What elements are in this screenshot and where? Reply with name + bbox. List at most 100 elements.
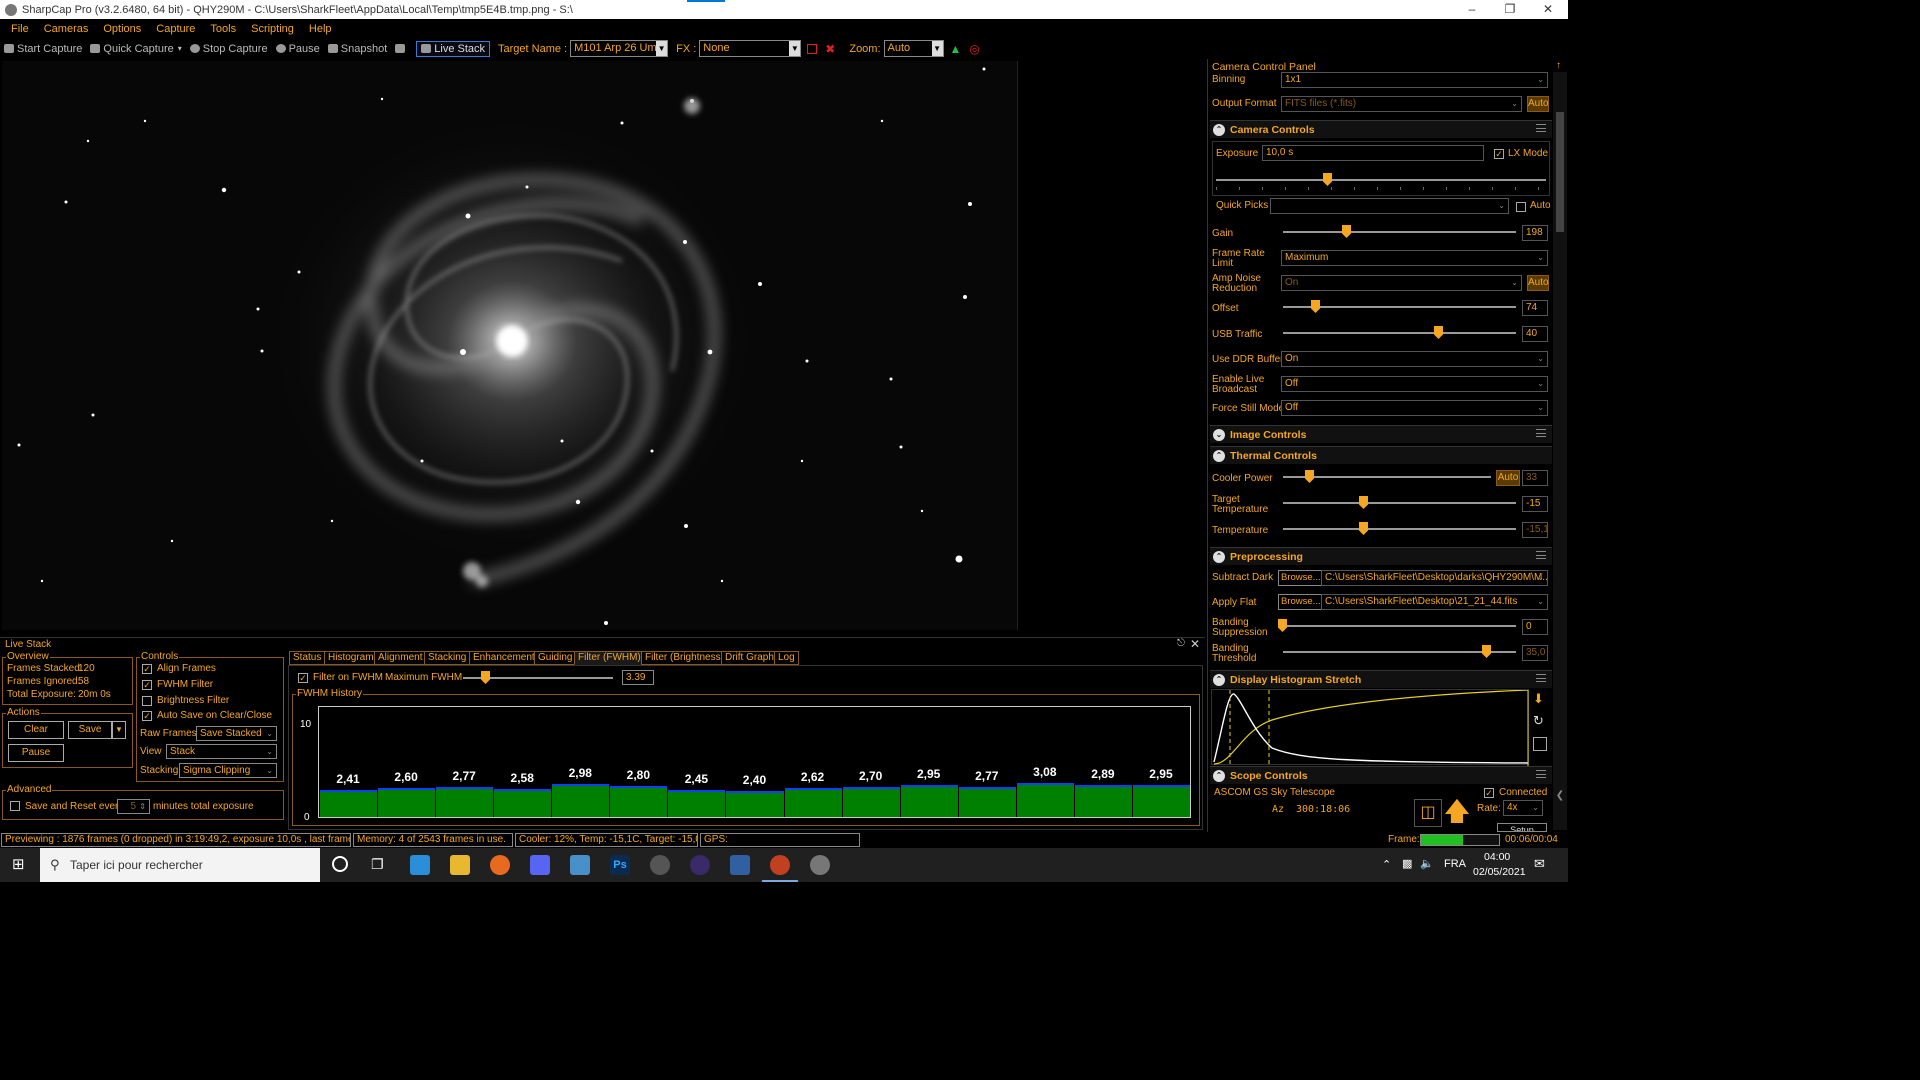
chevron-down-icon[interactable]: ▼ <box>789 41 801 56</box>
menu-icon[interactable] <box>1536 429 1546 437</box>
menu-file[interactable]: File <box>11 23 29 35</box>
stop-capture-button[interactable]: Stop Capture <box>189 43 268 55</box>
cooler-power-input[interactable]: 33 <box>1522 470 1548 486</box>
tab-enhancement[interactable]: Enhancement <box>469 651 539 665</box>
zoom-select[interactable]: Auto ▼ <box>883 40 944 57</box>
usb-input[interactable]: 40 <box>1522 326 1548 342</box>
preprocessing-header[interactable]: ⌃ Preprocessing <box>1210 547 1552 565</box>
pin-icon[interactable]: ⎋ <box>1177 638 1185 649</box>
minimize-icon[interactable]: – <box>1452 0 1492 19</box>
save-button[interactable]: Save <box>68 721 112 739</box>
target-temp-slider-track[interactable] <box>1283 502 1516 504</box>
restore-icon[interactable]: ❐ <box>1490 0 1530 19</box>
pause-stack-button[interactable]: Pause <box>8 744 64 762</box>
gain-input[interactable]: 198 <box>1522 225 1548 241</box>
exposure-slider-track[interactable] <box>1216 179 1546 181</box>
tab-filter-brightness[interactable]: Filter (Brightness) <box>641 651 728 665</box>
stellarium-icon[interactable] <box>690 855 710 875</box>
cooler-slider-track[interactable] <box>1283 476 1491 478</box>
tab-status[interactable]: Status <box>289 651 326 665</box>
close-icon[interactable]: ✕ <box>1528 0 1568 19</box>
fx-select[interactable]: None ▼ <box>699 40 802 57</box>
file-explorer-icon[interactable] <box>450 855 470 875</box>
menu-icon[interactable] <box>1536 124 1546 132</box>
banding-suppression-input[interactable]: 0 <box>1522 619 1548 635</box>
frame-rate-select[interactable]: Maximum ⌄ <box>1281 250 1548 266</box>
clock-time[interactable]: 04:00 <box>1484 851 1510 863</box>
app-icon-misc[interactable] <box>810 855 830 875</box>
max-fwhm-input[interactable]: 3.39 <box>622 670 654 685</box>
force-still-select[interactable]: Off ⌄ <box>1281 400 1548 416</box>
network-icon[interactable]: ▩ <box>1402 857 1412 870</box>
menu-scripting[interactable]: Scripting <box>251 23 294 35</box>
menu-cameras[interactable]: Cameras <box>44 23 89 35</box>
subtract-dark-select[interactable]: C:\Users\SharkFleet\Desktop\darks\QHY290… <box>1321 570 1548 586</box>
amp-noise-auto-button[interactable]: Auto <box>1527 275 1549 291</box>
brightness-filter-checkbox[interactable] <box>142 696 152 706</box>
menu-icon[interactable] <box>1536 674 1546 682</box>
usb-slider-track[interactable] <box>1283 332 1516 334</box>
tab-filter-fwhm[interactable]: Filter (FWHM) <box>574 651 645 665</box>
moon-app-icon[interactable] <box>650 855 670 875</box>
apply-flat-select[interactable]: C:\Users\SharkFleet\Desktop\21_21_44.fit… <box>1321 594 1548 610</box>
lightning-icon[interactable]: ⬇ <box>1533 692 1547 706</box>
subtract-dark-browse-button[interactable]: Browse... <box>1278 570 1324 586</box>
tab-histogram[interactable]: Histogram <box>324 651 378 665</box>
menu-icon[interactable] <box>1536 770 1546 778</box>
reticle-box-icon[interactable] <box>807 43 818 54</box>
menu-options[interactable]: Options <box>103 23 141 35</box>
save-icon[interactable] <box>1533 737 1547 751</box>
chevron-down-icon[interactable]: ▾ <box>178 44 182 53</box>
menu-icon[interactable] <box>1536 551 1546 559</box>
photoshop-icon[interactable]: Ps <box>610 855 630 875</box>
windows-start-icon[interactable]: ⊞ <box>12 857 28 873</box>
filter-on-fwhm-checkbox[interactable]: ✓ <box>298 673 308 683</box>
collapse-icon[interactable]: ⌃ <box>1213 673 1225 686</box>
exposure-input[interactable]: 10,0 s <box>1262 145 1484 161</box>
spinner-icon[interactable]: ⇕ <box>139 800 146 813</box>
crosshair-icon[interactable]: ✖ <box>825 42 835 56</box>
target-name-input[interactable]: M101 Arp 26 Uma ▼ <box>570 40 669 57</box>
connected-checkbox[interactable]: ✓ <box>1484 788 1494 798</box>
chevron-down-icon[interactable]: ▼ <box>931 41 943 56</box>
camera-controls-header[interactable]: ⌃ Camera Controls <box>1210 120 1552 138</box>
menu-tools[interactable]: Tools <box>210 23 236 35</box>
save-dropdown-icon[interactable]: ▼ <box>112 721 126 739</box>
auto-save-checkbox[interactable]: ✓ <box>142 711 152 721</box>
tab-drift-graph[interactable]: Drift Graph <box>721 651 778 665</box>
volume-icon[interactable]: 🔈 <box>1420 857 1434 870</box>
expand-icon[interactable]: ⌄ <box>1213 428 1225 441</box>
amp-noise-select[interactable]: On ⌄ <box>1281 275 1522 291</box>
view-select[interactable]: Stack ⌄ <box>166 744 277 759</box>
save-reset-input[interactable]: 5 ⇕ <box>117 799 150 814</box>
image-controls-header[interactable]: ⌄ Image Controls <box>1210 425 1552 443</box>
fwhm-filter-checkbox[interactable]: ✓ <box>142 680 152 690</box>
notifications-icon[interactable]: ✉ <box>1534 856 1545 872</box>
close-panel-icon[interactable]: ✕ <box>1190 637 1200 651</box>
clear-button[interactable]: Clear <box>8 721 64 739</box>
lx-mode-checkbox[interactable]: ✓ <box>1494 149 1504 159</box>
snapshot-button[interactable]: Snapshot <box>327 43 387 55</box>
collapse-icon[interactable]: ⌃ <box>1213 550 1225 563</box>
cooler-auto-button[interactable]: Auto <box>1496 470 1520 486</box>
display-settings-button[interactable] <box>395 44 408 53</box>
quick-picks-auto-checkbox[interactable] <box>1516 202 1526 212</box>
output-format-select[interactable]: FITS files (*.fits) ⌄ <box>1281 96 1522 112</box>
binning-select[interactable]: 1x1 ⌄ <box>1281 72 1548 88</box>
save-reset-checkbox[interactable] <box>10 801 20 811</box>
live-broadcast-select[interactable]: Off ⌄ <box>1281 376 1548 392</box>
banding-supp-slider-track[interactable] <box>1283 625 1516 627</box>
collapse-icon[interactable]: ⌃ <box>1213 449 1225 462</box>
live-stack-button[interactable]: Live Stack <box>416 40 491 57</box>
right-panel-scrollbar[interactable] <box>1553 72 1567 830</box>
discord-icon[interactable] <box>530 855 550 875</box>
pin-icon[interactable]: ↑ <box>1556 60 1561 71</box>
menu-help[interactable]: Help <box>309 23 332 35</box>
collapse-icon[interactable]: ⌃ <box>1213 769 1225 782</box>
tray-chevron-icon[interactable]: ⌃ <box>1382 858 1391 871</box>
reset-icon[interactable]: ↻ <box>1533 714 1547 728</box>
telescope-app-icon[interactable] <box>730 855 750 875</box>
collapse-icon[interactable]: ⌃ <box>1213 123 1225 136</box>
collapse-left-icon[interactable]: ❮ <box>1553 790 1567 804</box>
start-capture-button[interactable]: Start Capture <box>4 43 82 55</box>
